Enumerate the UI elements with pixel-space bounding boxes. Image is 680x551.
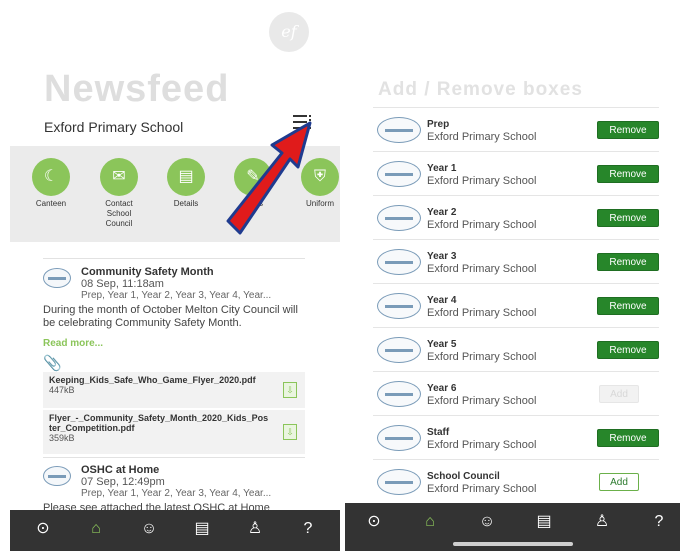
remove-button[interactable]: Remove	[597, 165, 659, 183]
paperclip-icon: 📎	[43, 355, 62, 372]
box-name: Year 6	[427, 383, 457, 394]
box-label: Canteen	[35, 199, 67, 208]
box-row-school-council: School Council Exford Primary School Add	[373, 459, 659, 503]
box-name: Prep	[427, 119, 450, 130]
page-title: Newsfeed	[44, 68, 230, 110]
chat-icon[interactable]: ☺	[476, 511, 498, 533]
post-body: During the month of October Melton City …	[43, 304, 298, 329]
download-icon[interactable]: ⇩	[283, 424, 297, 440]
box-row-staff: Staff Exford Primary School Remove	[373, 415, 659, 459]
attachment-name: Keeping_Kids_Safe_Who_Game_Flyer_2020.pd…	[49, 375, 256, 385]
box-name: School Council	[427, 471, 500, 482]
box-name: Staff	[427, 427, 450, 438]
box-school: Exford Primary School	[427, 395, 537, 407]
box-name: Year 5	[427, 339, 457, 350]
box-row-year-1: Year 1 Exford Primary School Remove	[373, 151, 659, 195]
post-title: OSHC at Home	[81, 464, 160, 476]
newsfeed-screen: ef Newsfeed Exford Primary School ☾ Cant…	[10, 0, 340, 551]
utensils-icon: ☾	[32, 158, 70, 196]
profile-icon[interactable]: ♙	[244, 518, 266, 540]
school-name: Exford Primary School	[44, 119, 184, 135]
box-details[interactable]: ▤ Details	[155, 158, 217, 209]
chat-icon[interactable]: ☺	[138, 518, 160, 540]
box-name: Year 2	[427, 207, 457, 218]
home-icon[interactable]: ⌂	[85, 518, 107, 540]
box-school: Exford Primary School	[427, 263, 537, 275]
remove-button[interactable]: Remove	[597, 341, 659, 359]
remove-button[interactable]: Remove	[597, 429, 659, 447]
envelope-icon: ✉	[100, 158, 138, 196]
box-school: Exford Primary School	[427, 307, 537, 319]
school-logo-icon	[377, 469, 421, 495]
box-contact-school-council[interactable]: ✉ Contact School Council	[88, 158, 150, 229]
add-remove-boxes-screen: Add / Remove boxes Prep Exford Primary S…	[345, 0, 680, 551]
help-icon[interactable]: ?	[297, 518, 319, 540]
box-row-year-2: Year 2 Exford Primary School Remove	[373, 195, 659, 239]
box-label: Details	[173, 199, 199, 208]
list-icon[interactable]: ▤	[533, 511, 555, 533]
school-logo-icon	[377, 161, 421, 187]
school-logo-icon	[377, 425, 421, 451]
remove-button[interactable]: Remove	[597, 253, 659, 271]
school-logo-icon	[377, 293, 421, 319]
box-school: Exford Primary School	[427, 175, 537, 187]
read-more-link[interactable]: Read more...	[43, 338, 103, 349]
document-icon: ▤	[167, 158, 205, 196]
box-name: Year 1	[427, 163, 457, 174]
post-date: 07 Sep, 12:49pm	[81, 476, 165, 488]
add-button-disabled: Add	[599, 385, 639, 403]
newsfeed-post[interactable]: OSHC at Home 07 Sep, 12:49pm Prep, Year …	[43, 464, 305, 514]
box-row-year-5: Year 5 Exford Primary School Remove	[373, 327, 659, 371]
remove-button[interactable]: Remove	[597, 121, 659, 139]
box-row-year-3: Year 3 Exford Primary School Remove	[373, 239, 659, 283]
divider	[43, 258, 305, 259]
school-logo-icon	[43, 466, 71, 486]
remove-button[interactable]: Remove	[597, 297, 659, 315]
box-canteen[interactable]: ☾ Canteen	[20, 158, 82, 209]
newsfeed-post[interactable]: Community Safety Month 08 Sep, 11:18am P…	[43, 266, 305, 456]
attachment-size: 359kB	[49, 433, 75, 443]
bottom-nav: ⊙ ⌂ ☺ ▤ ♙ ?	[10, 510, 340, 551]
box-row-year-6: Year 6 Exford Primary School Add	[373, 371, 659, 415]
list-icon[interactable]: ▤	[191, 518, 213, 540]
school-logo-icon	[377, 117, 421, 143]
back-icon[interactable]: ⊙	[32, 518, 54, 540]
box-row-year-4: Year 4 Exford Primary School Remove	[373, 283, 659, 327]
page-title: Add / Remove boxes	[378, 79, 583, 100]
attachment-size: 447kB	[49, 385, 75, 395]
remove-button[interactable]: Remove	[597, 209, 659, 227]
add-button[interactable]: Add	[599, 473, 639, 491]
box-name: Year 4	[427, 295, 457, 306]
post-title: Community Safety Month	[81, 266, 214, 278]
home-indicator[interactable]	[453, 542, 573, 546]
help-icon[interactable]: ?	[648, 511, 670, 533]
home-icon[interactable]: ⌂	[419, 511, 441, 533]
profile-icon[interactable]: ♙	[591, 511, 613, 533]
post-tags: Prep, Year 1, Year 2, Year 3, Year 4, Ye…	[81, 290, 272, 301]
annotation-arrow	[226, 121, 312, 235]
school-logo-icon	[377, 337, 421, 363]
post-tags: Prep, Year 1, Year 2, Year 3, Year 4, Ye…	[81, 488, 272, 499]
school-logo-icon	[43, 268, 71, 288]
box-school: Exford Primary School	[427, 131, 537, 143]
school-logo-icon	[377, 249, 421, 275]
box-row-prep: Prep Exford Primary School Remove	[373, 107, 659, 151]
school-logo: ef	[269, 12, 309, 52]
box-school: Exford Primary School	[427, 439, 537, 451]
box-school: Exford Primary School	[427, 351, 537, 363]
attachment-name: Flyer_-_Community_Safety_Month_2020_Kids…	[49, 413, 269, 433]
box-name: Year 3	[427, 251, 457, 262]
divider	[43, 457, 305, 458]
post-date: 08 Sep, 11:18am	[81, 278, 164, 290]
school-logo-icon	[377, 381, 421, 407]
attachment-item[interactable]: Flyer_-_Community_Safety_Month_2020_Kids…	[43, 410, 305, 454]
box-school: Exford Primary School	[427, 483, 537, 495]
school-logo-icon	[377, 205, 421, 231]
box-school: Exford Primary School	[427, 219, 537, 231]
box-label: Contact School Council	[105, 199, 133, 228]
download-icon[interactable]: ⇩	[283, 382, 297, 398]
back-icon[interactable]: ⊙	[363, 511, 385, 533]
bottom-nav: ⊙ ⌂ ☺ ▤ ♙ ?	[345, 503, 680, 551]
attachment-item[interactable]: Keeping_Kids_Safe_Who_Game_Flyer_2020.pd…	[43, 372, 305, 408]
